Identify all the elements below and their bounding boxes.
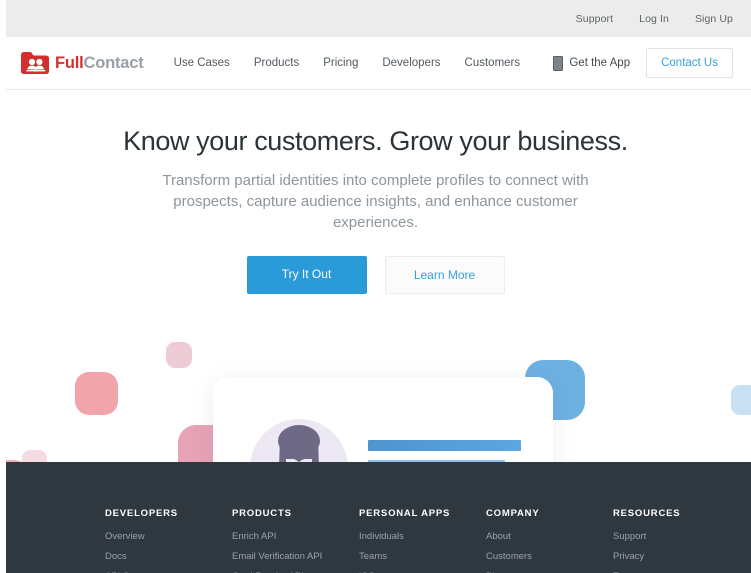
- footer-heading-resources: RESOURCES: [613, 508, 681, 519]
- learn-more-button[interactable]: Learn More: [384, 256, 505, 294]
- header-actions: Get the App Contact Us: [553, 48, 733, 78]
- nav-item-use-cases[interactable]: Use Cases: [174, 57, 230, 69]
- page-root: Support Log In Sign Up FullContact Use C…: [0, 0, 751, 573]
- footer-link-privacy[interactable]: Privacy: [613, 551, 680, 562]
- primary-nav: Use Cases Products Pricing Developers Cu…: [174, 57, 521, 69]
- hero-copy: Know your customers. Grow your business.…: [0, 90, 751, 294]
- logo-word-full: Full: [55, 53, 84, 72]
- contact-us-button[interactable]: Contact Us: [646, 48, 733, 78]
- footer-link-customers[interactable]: Customers: [486, 551, 613, 562]
- get-the-app-link[interactable]: Get the App: [553, 55, 631, 71]
- deco-square-pink-1: [75, 372, 118, 415]
- mobile-phone-icon: [553, 55, 564, 71]
- profile-bar-primary: [368, 440, 521, 451]
- footer-column-products: PRODUCTS Enrich API Email Verification A…: [232, 508, 359, 573]
- footer-column-developers: DEVELOPERS Overview Docs API Status: [105, 508, 232, 573]
- nav-item-products[interactable]: Products: [254, 57, 299, 69]
- footer-heading-personal-apps: PERSONAL APPS: [359, 508, 451, 519]
- logo-word-contact: Contact: [83, 53, 144, 72]
- footer-column-resources: RESOURCES Support Privacy Terms: [613, 508, 680, 573]
- top-utility-bar: Support Log In Sign Up: [0, 0, 751, 37]
- avatar: [250, 419, 348, 462]
- footer-columns: DEVELOPERS Overview Docs API Status PROD…: [6, 508, 751, 573]
- site-footer: DEVELOPERS Overview Docs API Status PROD…: [6, 462, 751, 573]
- profile-card: [213, 377, 553, 462]
- footer-link-email-verification-api[interactable]: Email Verification API: [232, 551, 359, 562]
- deco-square-pink-3: [22, 450, 47, 462]
- contact-folder-icon: [20, 50, 50, 76]
- footer-link-individuals[interactable]: Individuals: [359, 531, 486, 542]
- footer-link-overview[interactable]: Overview: [105, 531, 232, 542]
- footer-link-enrich-api[interactable]: Enrich API: [232, 531, 359, 542]
- get-the-app-label: Get the App: [569, 57, 631, 69]
- page-title: Know your customers. Grow your business.: [123, 126, 628, 156]
- footer-heading-products: PRODUCTS: [232, 508, 292, 519]
- site-header: FullContact Use Cases Products Pricing D…: [0, 37, 751, 90]
- footer-column-personal-apps: PERSONAL APPS Individuals Teams iOS: [359, 508, 486, 573]
- logo-link[interactable]: FullContact: [20, 50, 144, 76]
- topbar-link-support[interactable]: Support: [576, 13, 613, 25]
- nav-item-developers[interactable]: Developers: [382, 57, 440, 69]
- hero-cta-group: Try It Out Learn More: [0, 256, 751, 294]
- footer-link-support[interactable]: Support: [613, 531, 680, 542]
- deco-square-blue-2: [731, 385, 751, 415]
- topbar-link-login[interactable]: Log In: [639, 13, 669, 25]
- footer-heading-company: COMPANY: [486, 508, 540, 519]
- footer-link-teams[interactable]: Teams: [359, 551, 486, 562]
- deco-square-pink-5: [178, 425, 238, 462]
- page-left-gutter: [0, 0, 6, 573]
- nav-item-pricing[interactable]: Pricing: [323, 57, 358, 69]
- topbar-link-signup[interactable]: Sign Up: [695, 13, 733, 25]
- footer-link-docs[interactable]: Docs: [105, 551, 232, 562]
- nav-item-customers[interactable]: Customers: [465, 57, 521, 69]
- deco-square-blue-1: [525, 360, 585, 420]
- footer-column-company: COMPANY About Customers Blog: [486, 508, 613, 573]
- deco-square-pink-2: [166, 342, 192, 368]
- footer-link-about[interactable]: About: [486, 531, 613, 542]
- try-it-out-button[interactable]: Try It Out: [246, 256, 367, 294]
- hero-subtitle: Transform partial identities into comple…: [162, 172, 589, 231]
- footer-heading-developers: DEVELOPERS: [105, 508, 178, 519]
- logo-wordmark: FullContact: [55, 54, 144, 73]
- hero-section: Know your customers. Grow your business.…: [0, 90, 751, 462]
